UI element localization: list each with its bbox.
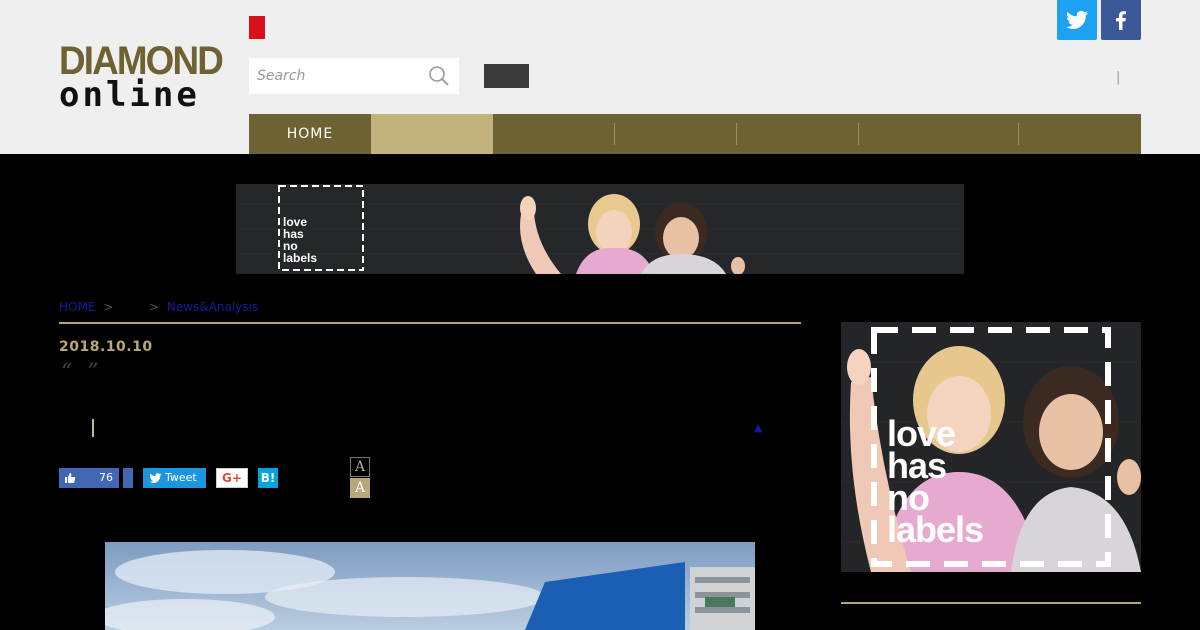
up-arrow-icon[interactable]: ▲ [754,421,762,434]
article-date: 2018.10.10 [59,339,153,355]
banner-ad[interactable]: love has no labels [236,184,964,274]
tweet-label: Tweet [165,471,197,484]
facebook-share-button[interactable] [123,468,133,488]
nav-item-4[interactable] [615,114,737,154]
facebook-follow-button[interactable] [1101,0,1141,40]
nav-item-label: HOME [286,126,334,142]
breadcrumb-home-link[interactable]: HOME [59,300,95,314]
sidebar-ad[interactable]: love has no labels [841,322,1141,572]
nav-item-3[interactable] [493,114,615,154]
site-logo[interactable]: DIAMOND online [59,40,224,115]
nav-item-6[interactable] [859,114,1019,154]
search-box [249,58,459,94]
font-size-small-button[interactable]: A [350,478,370,498]
ad-word: labels [887,509,984,550]
hatena-bookmark-button[interactable]: B! [258,468,278,488]
search-input[interactable] [249,58,424,94]
login-button[interactable] [484,64,529,88]
quote-marks: “ ” [61,360,103,385]
breadcrumb: HOME > > News&Analysis [59,300,262,314]
twitter-icon [1066,10,1088,29]
twitter-icon [149,473,162,483]
breadcrumb-section-link[interactable]: News&Analysis [167,300,258,314]
google-plus-button[interactable]: G+ [216,468,248,488]
font-size-large-button[interactable]: A [350,457,370,477]
nav-item-7[interactable] [1019,114,1141,154]
search-icon[interactable] [428,65,450,87]
main-divider [59,322,801,324]
banner-ad-text: love has no labels [283,216,317,264]
breadcrumb-separator: > [103,300,114,314]
nav-item-2[interactable] [371,114,493,154]
sidebar-divider [841,602,1141,604]
site-header: DIAMOND online | HOME [0,0,1200,154]
thumbs-up-icon [65,473,76,483]
like-count: 76 [99,471,113,484]
author-marker [92,419,94,437]
sidebar-ad-text: love has no labels [887,416,984,550]
ad-word: labels [283,251,318,265]
twitter-follow-button[interactable] [1057,0,1097,40]
facebook-icon [1116,11,1126,30]
breadcrumb-separator: > [148,300,160,314]
facebook-like-button[interactable]: 76 [59,468,119,488]
tweet-button[interactable]: Tweet [143,468,206,488]
nav-item-home[interactable]: HOME [249,114,371,154]
article-photo [105,542,755,630]
red-badge[interactable] [249,16,265,39]
main-nav: HOME [249,114,1141,154]
nav-item-5[interactable] [737,114,859,154]
logo-line-2: online [59,75,200,115]
header-separator: | [1116,70,1121,85]
